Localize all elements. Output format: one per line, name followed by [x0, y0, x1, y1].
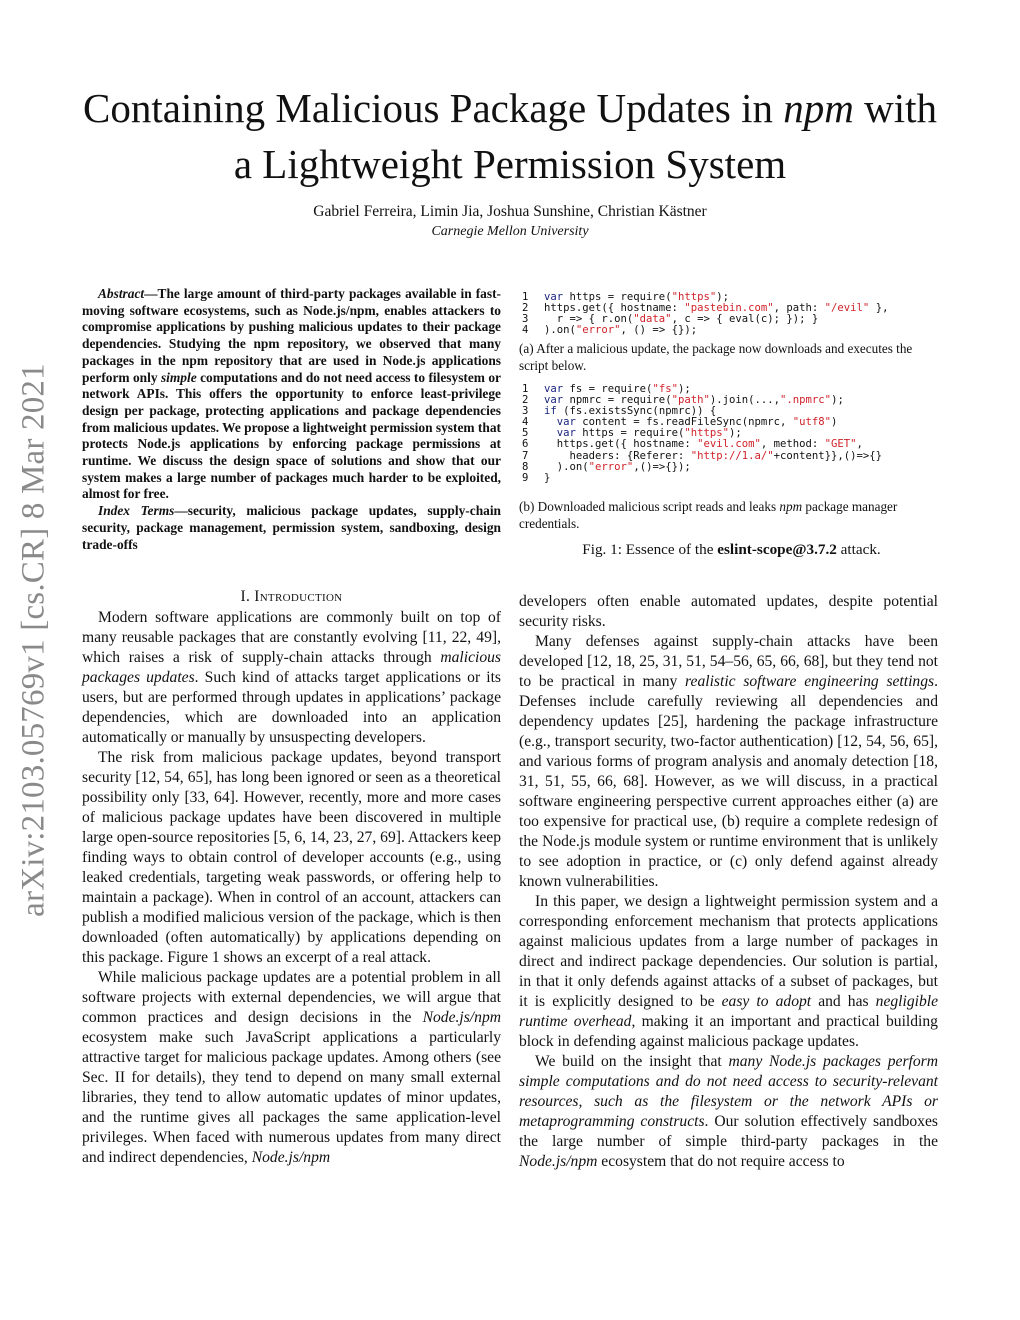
paragraph-text: ecosystem make such JavaScript applicati… — [82, 1029, 501, 1166]
intro-right-column: developers often enable automated update… — [519, 592, 938, 1172]
emphasis-text: Node.js/npm — [422, 1009, 501, 1026]
code-token: ) — [831, 416, 838, 429]
code-string: "/evil" — [824, 302, 870, 315]
code-token: ).on( — [544, 324, 576, 337]
code-string: ".npmrc" — [780, 394, 832, 407]
paragraph-text: developers often enable automated update… — [519, 593, 938, 630]
fig-package-name: eslint-scope@3.7.2 — [717, 541, 837, 558]
code-token: } — [544, 471, 551, 484]
title-line1-start: Containing Malicious Package Updates in — [82, 85, 784, 131]
abstract-text-2: computations and do not need access to f… — [82, 369, 501, 502]
abstract: Abstract—The large amount of third-party… — [82, 286, 501, 553]
index-terms-label: Index Terms — [98, 503, 175, 519]
body-paragraph: The risk from malicious package updates,… — [82, 748, 501, 968]
author-list: Gabriel Ferreira, Limin Jia, Joshua Suns… — [313, 203, 707, 220]
title-npm-italic: npm — [783, 85, 854, 131]
abstract-dash: — — [144, 286, 158, 301]
fig-label: Fig. 1: Essence of the — [582, 541, 718, 558]
figure-caption: Fig. 1: Essence of the eslint-scope@3.7.… — [519, 541, 944, 559]
line-number: 9 — [522, 471, 529, 484]
index-terms-dash: — — [174, 503, 188, 519]
subfigure-caption-b: (b) Downloaded malicious script reads an… — [519, 499, 944, 532]
emphasis-text: Node.js/npm — [251, 1149, 331, 1166]
caption-b-npm: npm — [779, 499, 803, 514]
paragraph-text: ecosystem that do not require access to — [597, 1153, 845, 1170]
code-token: ).join(..., — [709, 394, 781, 407]
code-line: 8 ).on("error",()=>{}); — [522, 460, 952, 473]
index-terms: Index Terms—security, malicious package … — [82, 503, 501, 553]
code-listing-b: 1 var fs = require("fs"); 2 var npmrc = req… — [522, 383, 952, 484]
body-paragraph: We build on the insight that many Node.j… — [519, 1052, 938, 1172]
arxiv-identifier: arXiv:2103.05769v1 [cs.CR] 8 Mar 2021 — [15, 363, 52, 917]
paragraph-text: . Defenses include carefully reviewing a… — [519, 673, 938, 890]
code-token: , () => {}); — [620, 324, 698, 337]
subfigure-caption-a: (a) After a malicious update, the packag… — [519, 341, 913, 373]
line-number: 4 — [522, 324, 529, 337]
body-paragraph: developers often enable automated update… — [519, 592, 938, 632]
code-line: 9} — [522, 471, 952, 484]
code-line: 4 ).on("error", () => {}); — [522, 325, 952, 336]
body-paragraph: Many defenses against supply-chain attac… — [519, 632, 938, 892]
section-heading-introduction: I. Introduction — [240, 588, 343, 605]
abstract-label: Abstract — [98, 286, 145, 301]
code-listing-a: 1 var https = require("https"); 2 https.get… — [522, 291, 952, 336]
line-number: 7 — [522, 449, 529, 462]
code-string: "error" — [575, 324, 621, 337]
code-token: ); — [831, 394, 844, 407]
code-token: ,()=>{}); — [633, 460, 691, 473]
title-line1-end: with — [853, 85, 938, 131]
title-line2: a Lightweight Permission System — [233, 141, 787, 187]
affiliation: Carnegie Mellon University — [431, 224, 589, 239]
code-token: +content}},()=>{} — [773, 449, 883, 462]
emphasis-text: realistic software engineering settings — [685, 673, 935, 690]
code-string: "error" — [588, 460, 634, 473]
arxiv-stamp: arXiv:2103.05769v1 [cs.CR] 8 Mar 2021 — [4, 350, 64, 930]
code-string: "utf8" — [792, 416, 832, 429]
caption-b-start: (b) Downloaded malicious script reads an… — [519, 499, 780, 514]
emphasis-text: easy to adopt — [721, 993, 812, 1010]
paragraph-text: The risk from malicious package updates,… — [82, 749, 501, 966]
paragraph-text: Modern software applications are commonl… — [82, 609, 501, 666]
body-paragraph: In this paper, we design a lightweight p… — [519, 892, 938, 1052]
abstract-paragraph: Abstract—The large amount of third-party… — [82, 286, 501, 503]
paragraph-text: and has — [811, 993, 876, 1010]
emphasis-text: Node.js/npm — [519, 1153, 598, 1170]
paper-title: Containing Malicious Package Updates in … — [60, 80, 960, 192]
code-string: "http://1.a/" — [690, 449, 774, 462]
abstract-italic-simple: simple — [160, 369, 197, 385]
line-number: 6 — [522, 438, 529, 451]
intro-left-column: Modern software applications are commonl… — [82, 608, 501, 1168]
code-token: ).on( — [544, 460, 589, 473]
body-paragraph: While malicious package updates are a po… — [82, 968, 501, 1168]
code-token: }, — [869, 302, 889, 315]
body-paragraph: Modern software applications are commonl… — [82, 608, 501, 748]
paragraph-text: We build on the insight that — [535, 1053, 729, 1070]
fig-label-end: attack. — [836, 541, 881, 558]
